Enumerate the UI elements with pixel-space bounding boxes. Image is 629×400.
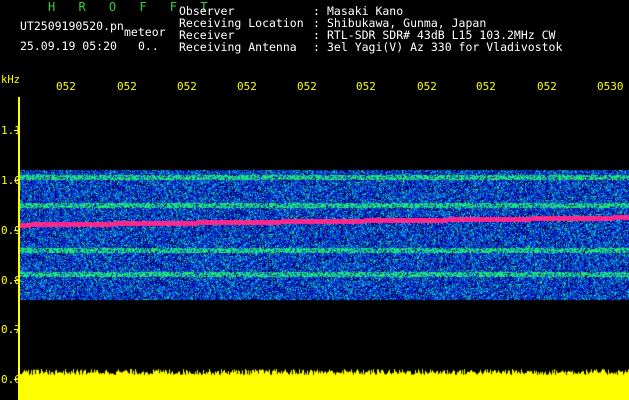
antenna-value: 3el Yagi(V) Az 330 for Vladivostok bbox=[327, 40, 563, 54]
y-unit-label: kHz bbox=[1, 74, 20, 86]
x-tick-label: 052 bbox=[297, 80, 317, 93]
x-tick-label: 052 bbox=[356, 80, 376, 93]
spectrogram-canvas bbox=[20, 97, 629, 400]
filename-label: UT2509190520.pn bbox=[20, 19, 124, 33]
datetime-label: 25.09.19 05:20 bbox=[20, 39, 117, 53]
x-tick-label: 052 bbox=[537, 80, 557, 93]
x-tick-label: 052 bbox=[177, 80, 197, 93]
x-tick-label: 052 bbox=[237, 80, 257, 93]
antenna-label: Receiving Antenna bbox=[179, 40, 297, 54]
x-tick-label: 052 bbox=[417, 80, 437, 93]
colon: : bbox=[313, 40, 320, 54]
x-tick-label: 052 bbox=[476, 80, 496, 93]
x-tick-label: 052 bbox=[56, 80, 76, 93]
mode-label: meteor bbox=[124, 25, 166, 39]
x-tick-label: 052 bbox=[117, 80, 137, 93]
x-tick-label: 0530 bbox=[597, 80, 624, 93]
counter-label: 0.. bbox=[138, 39, 159, 53]
